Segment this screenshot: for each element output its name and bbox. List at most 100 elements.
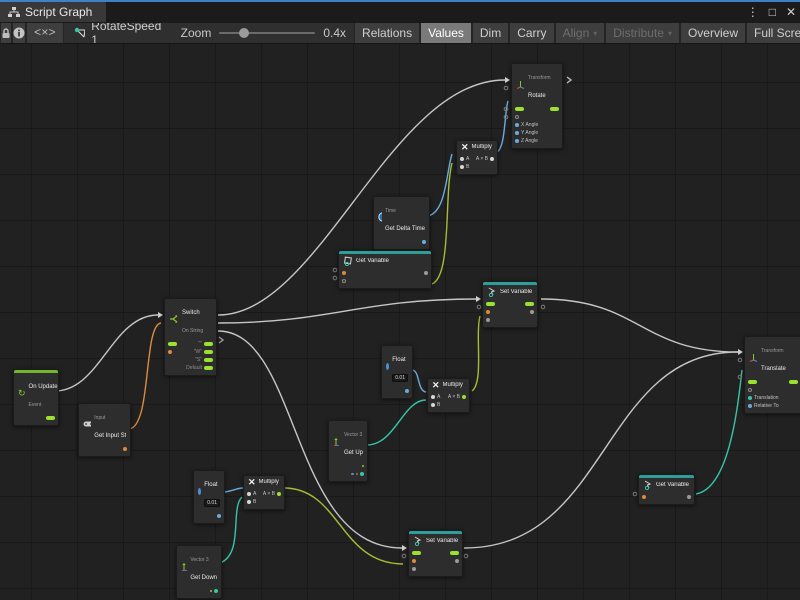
node-translate[interactable]: Transform Translate Translation Relative… — [744, 336, 800, 414]
node-set-variable-bottom[interactable]: Set Variable — [408, 530, 463, 577]
value-out-port[interactable] — [530, 310, 534, 314]
flow-out-port[interactable] — [550, 107, 559, 111]
node-multiply-mid[interactable]: ✕ Multiply A A × B B — [427, 378, 470, 413]
ghost-port — [633, 492, 637, 496]
float-value-field[interactable]: 0.01 — [392, 374, 408, 382]
translation-port[interactable] — [748, 396, 752, 400]
dim-button[interactable]: Dim — [472, 23, 509, 43]
float-icon — [386, 363, 389, 370]
variable-name-port[interactable] — [486, 310, 490, 314]
get-variable-icon — [643, 480, 653, 490]
graph-toolbar: <×> RotateSpeed 1 Zoom 0.4x Relations Va… — [0, 22, 800, 44]
variable-cube-icon — [343, 256, 353, 266]
b-port[interactable] — [247, 500, 251, 504]
zoom-slider-handle[interactable] — [239, 28, 249, 38]
graph-name-breadcrumb[interactable]: RotateSpeed 1 — [64, 23, 173, 43]
variable-name-port[interactable] — [412, 559, 416, 563]
value-out-port[interactable] — [405, 389, 409, 393]
wire-floatbottom-to-multiply — [223, 488, 243, 492]
node-multiply-top[interactable]: ✕ Multiply A A × B B — [456, 140, 498, 175]
b-port[interactable] — [460, 165, 464, 169]
a-port[interactable] — [431, 395, 435, 399]
flow-out-port[interactable] — [525, 302, 534, 306]
node-get-delta-time[interactable]: Time Get Delta Time — [373, 196, 430, 250]
close-icon[interactable]: ✕ — [786, 5, 796, 19]
edit-source-button[interactable]: <×> — [26, 23, 64, 43]
multiply-icon: ✕ — [248, 478, 256, 487]
flow-out-port[interactable] — [46, 416, 55, 420]
wire-getvartop-to-multiply — [432, 163, 452, 284]
z-angle-port[interactable] — [515, 139, 519, 143]
object-port[interactable] — [342, 279, 346, 283]
values-button[interactable]: Values — [420, 23, 472, 43]
flow-out-port[interactable] — [789, 380, 798, 384]
relations-button[interactable]: Relations — [354, 23, 420, 43]
lock-button[interactable] — [0, 23, 12, 43]
value-in-port[interactable] — [412, 567, 416, 571]
node-get-variable-top[interactable]: Get Variable — [338, 250, 432, 289]
case-s-port[interactable] — [204, 358, 213, 362]
flow-in-port[interactable] — [748, 380, 757, 384]
value-out-port[interactable] — [123, 447, 127, 451]
case-empty-port[interactable] — [204, 342, 213, 346]
a-port[interactable] — [247, 492, 251, 496]
value-out-port[interactable] — [360, 472, 364, 476]
target-port[interactable] — [748, 388, 752, 392]
flow-in-port[interactable] — [515, 107, 524, 111]
result-port[interactable] — [462, 395, 466, 399]
a-port[interactable] — [460, 157, 464, 161]
node-multiply-bottom[interactable]: ✕ Multiply A A × B B — [243, 475, 285, 510]
wire-setvarbottom-to-translate — [464, 352, 738, 548]
carry-button[interactable]: Carry — [509, 23, 554, 43]
node-set-variable-mid[interactable]: Set Variable — [482, 281, 538, 328]
full-screen-button[interactable]: Full Screen — [746, 23, 800, 43]
value-out-port[interactable] — [422, 240, 426, 244]
wire-onupdate-to-switch — [55, 315, 158, 391]
maximize-icon[interactable]: □ — [769, 5, 776, 19]
vector3-icon — [333, 437, 341, 446]
node-on-update[interactable]: ↻ On Update Event — [13, 369, 59, 426]
value-out-port[interactable] — [455, 559, 459, 563]
node-float-mid[interactable]: Float 0.01 — [381, 345, 413, 399]
float-value-field[interactable]: 0.01 — [204, 499, 220, 507]
node-get-up[interactable]: Vector 3 Get Up — [328, 420, 368, 482]
overview-button[interactable]: Overview — [680, 23, 746, 43]
node-float-bottom[interactable]: Float 0.01 — [193, 470, 225, 524]
graph-canvas[interactable]: Transform Rotate X Angle Y Angle Z Angle… — [0, 44, 800, 600]
wire-setvarmid-to-translate — [541, 299, 738, 352]
distribute-button[interactable]: Distribute▾ — [605, 23, 680, 43]
value-out-port[interactable] — [214, 589, 218, 593]
b-port[interactable] — [431, 403, 435, 407]
transform-icon — [749, 353, 758, 362]
relative-to-port[interactable] — [748, 404, 752, 408]
flow-out-port[interactable] — [450, 551, 459, 555]
variable-name-port[interactable] — [342, 271, 346, 275]
y-angle-port[interactable] — [515, 131, 519, 135]
node-get-down[interactable]: Vector 3 Get Down — [176, 545, 222, 599]
x-angle-port[interactable] — [515, 123, 519, 127]
node-get-input-string[interactable]: Input Get Input String — [78, 403, 131, 457]
node-switch-on-string[interactable]: Switch On String "" "W" "S" Default — [164, 298, 217, 376]
result-port[interactable] — [277, 492, 281, 496]
node-get-variable-br[interactable]: Get Variable — [638, 474, 695, 505]
ghost-port — [738, 358, 742, 362]
tab-script-graph[interactable]: Script Graph — [0, 2, 106, 22]
value-out-port[interactable] — [217, 514, 221, 518]
node-rotate[interactable]: Transform Rotate X Angle Y Angle Z Angle — [511, 63, 563, 149]
result-port[interactable] — [490, 157, 494, 161]
flow-in-port[interactable] — [486, 302, 495, 306]
value-in-port[interactable] — [486, 318, 490, 322]
target-port[interactable] — [515, 115, 519, 119]
default-port[interactable] — [204, 366, 213, 370]
window-menu-icon[interactable]: ⋮ — [747, 5, 759, 19]
value-out-port[interactable] — [424, 271, 428, 275]
flow-in-port[interactable] — [168, 342, 177, 346]
selector-port[interactable] — [168, 350, 172, 354]
case-w-port[interactable] — [204, 350, 213, 354]
value-out-port[interactable] — [687, 495, 691, 499]
align-button[interactable]: Align▾ — [555, 23, 606, 43]
zoom-slider[interactable] — [219, 32, 315, 34]
info-button[interactable] — [12, 23, 26, 43]
flow-in-port[interactable] — [412, 551, 421, 555]
variable-name-port[interactable] — [642, 495, 646, 499]
